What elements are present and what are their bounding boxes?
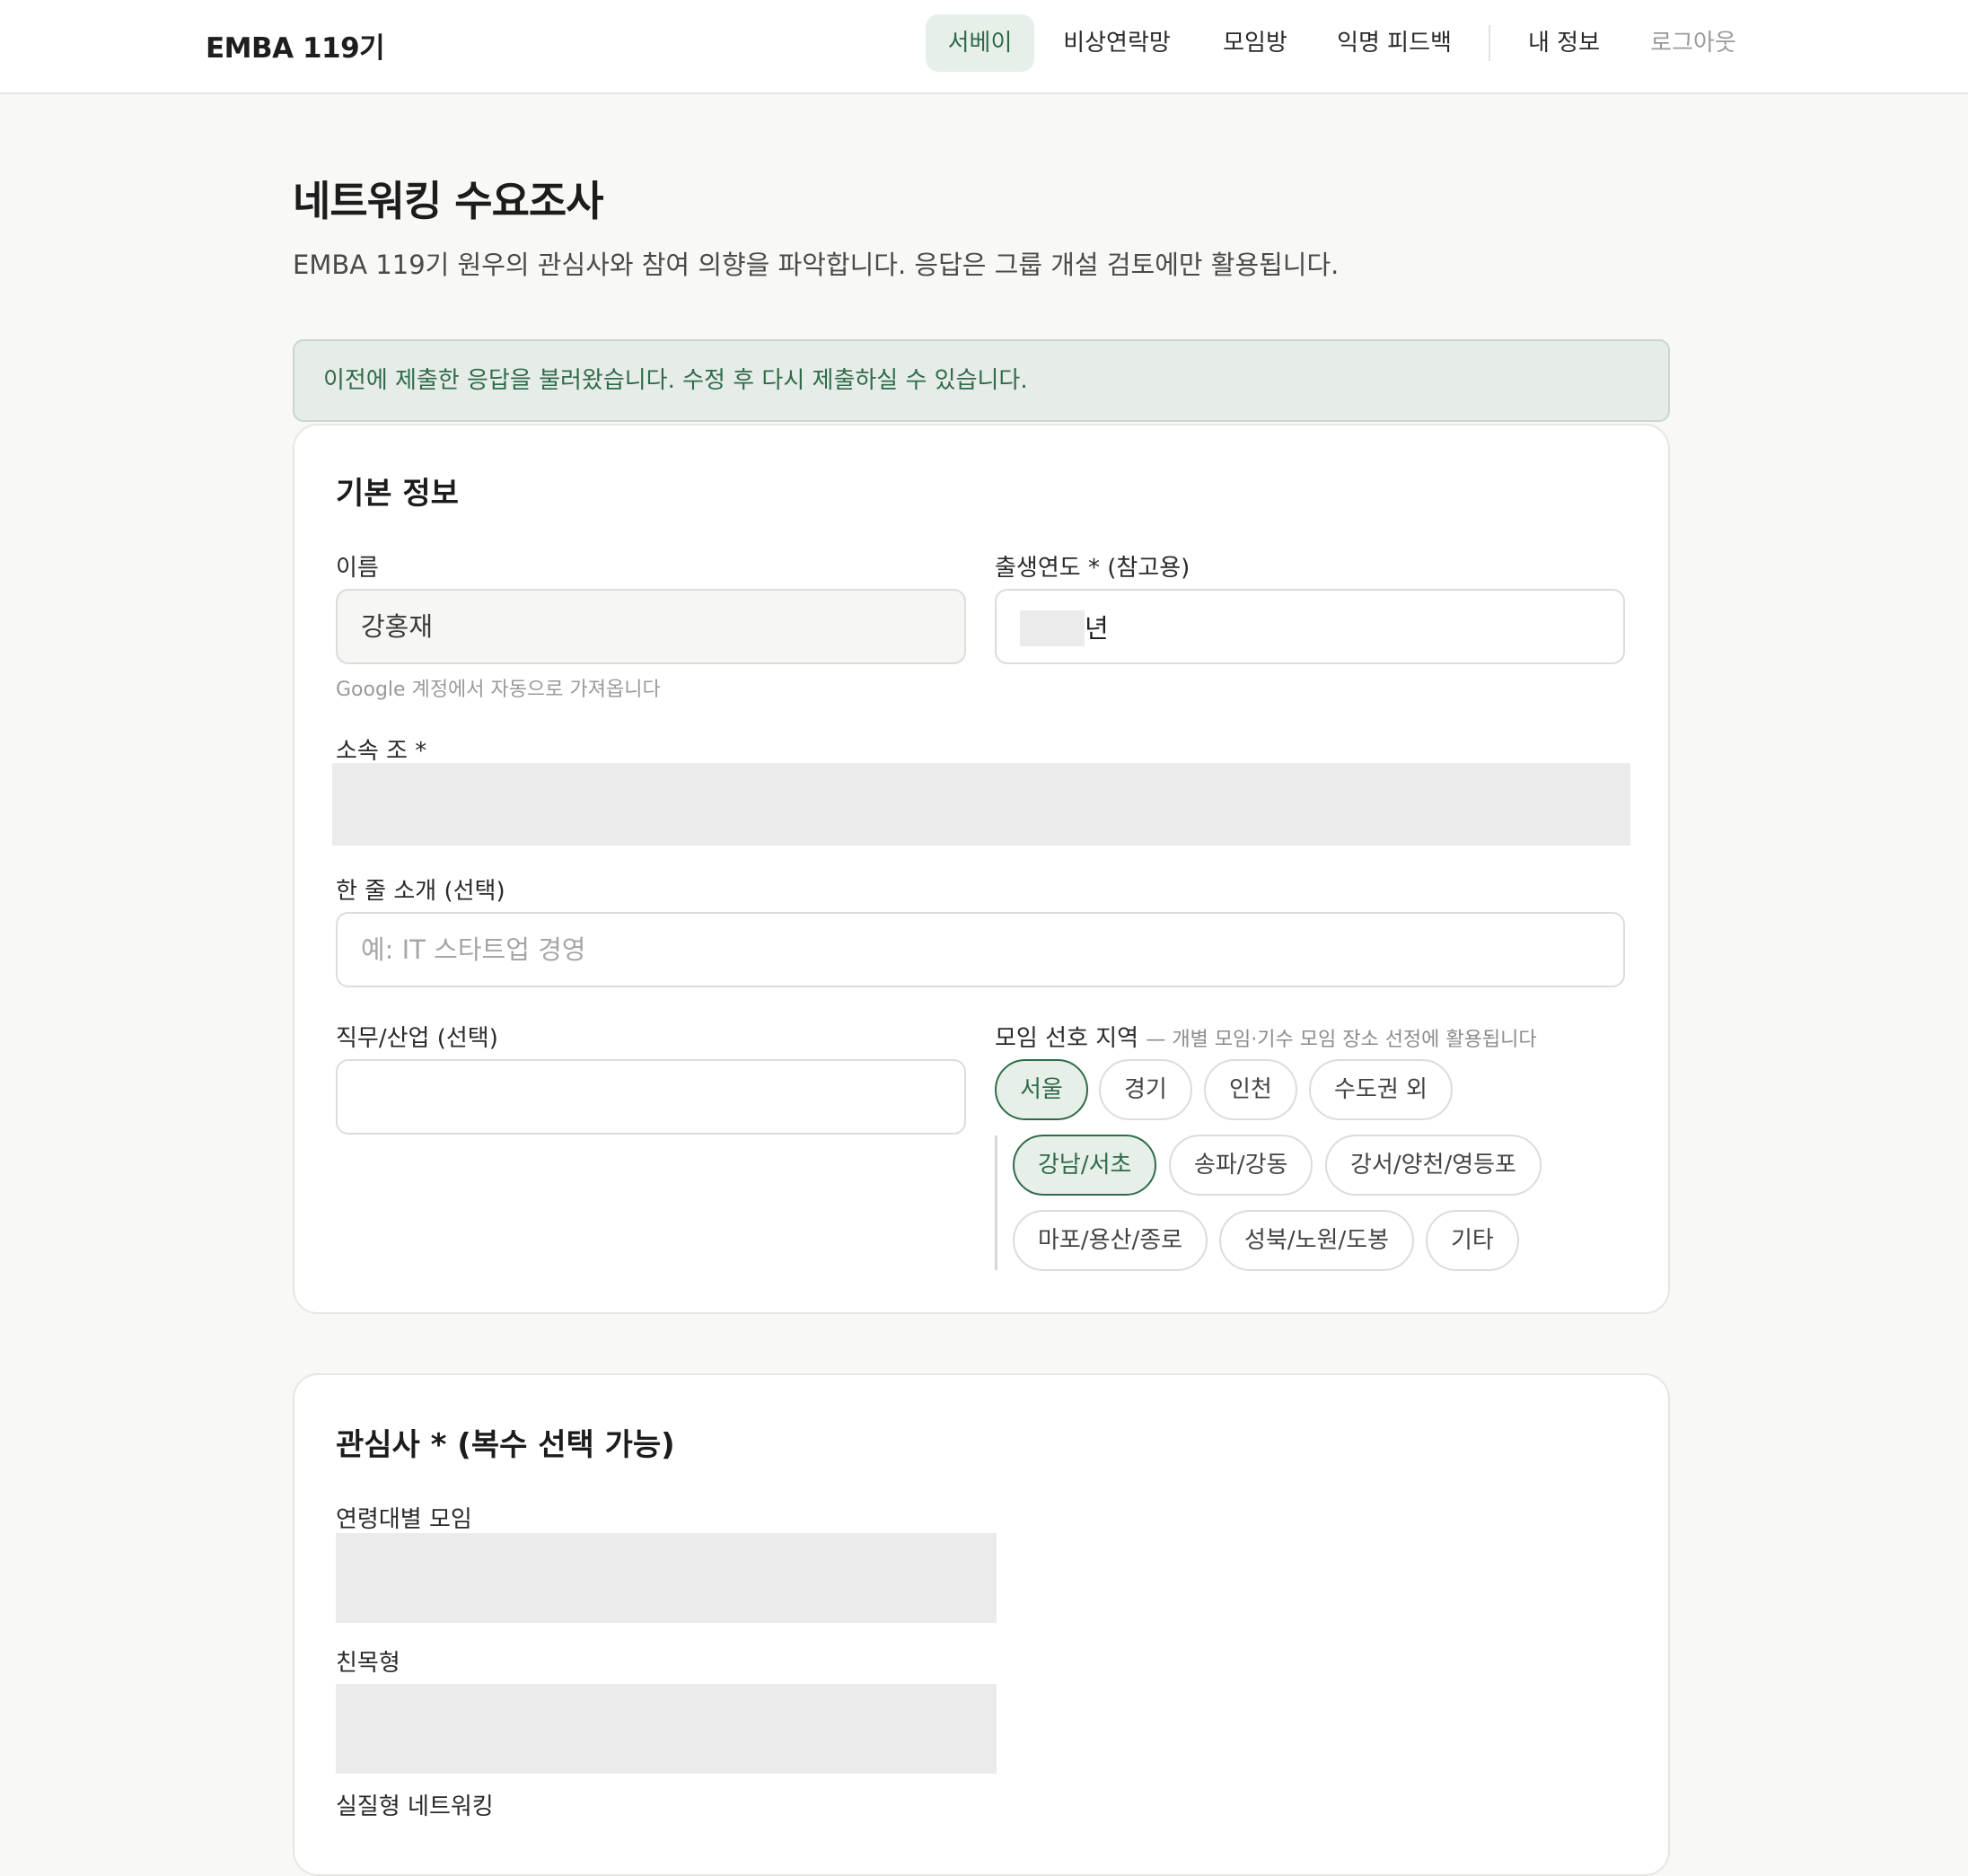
region-hint: — 개별 모임·기수 모임 장소 선정에 활용됩니다 (1146, 1029, 1537, 1051)
page-title: 네트워킹 수요조사 (293, 177, 604, 225)
intro-label: 한 줄 소개 (선택) (336, 878, 505, 905)
redacted-age-group-options[interactable] (336, 1533, 997, 1623)
region-label: 모임 선호 지역 — 개별 모임·기수 모임 장소 선정에 활용됩니다 (995, 1020, 1537, 1053)
previous-response-notice: 이전에 제출한 응답을 불러왔습니다. 수정 후 다시 제출하실 수 있습니다. (293, 339, 1670, 422)
interest-group-age-label: 연령대별 모임 (336, 1506, 472, 1533)
logout-button[interactable]: 로그아웃 (1638, 14, 1749, 72)
region-chip-incheon[interactable]: 인천 (1204, 1059, 1297, 1120)
birth-year-field[interactable]: 년 (995, 589, 1625, 664)
nav-tab-emergency-contacts[interactable]: 비상연락망 (1052, 14, 1182, 72)
intro-input[interactable]: 예: IT 스타트업 경영 (336, 912, 1625, 987)
region-chip-outside-capital[interactable]: 수도권 외 (1309, 1059, 1453, 1120)
basic-info-title: 기본 정보 (336, 476, 459, 512)
birth-year-suffix: 년 (1085, 613, 1109, 644)
redacted-birth-year (1020, 610, 1085, 646)
subregion-chip-mapo-yongsan-jongno[interactable]: 마포/용산/종로 (1013, 1210, 1208, 1271)
redacted-social-options[interactable] (336, 1684, 997, 1774)
region-chip-seoul[interactable]: 서울 (995, 1059, 1088, 1120)
brand-logo[interactable]: EMBA 119기 (206, 25, 385, 66)
region-chip-gyeonggi[interactable]: 경기 (1099, 1059, 1192, 1120)
nav-divider (1489, 25, 1490, 61)
page-subtitle: EMBA 119기 원우의 관심사와 참여 의향을 파악합니다. 응답은 그룹 … (293, 250, 1340, 280)
name-field[interactable]: 강홍재 (336, 589, 966, 664)
redacted-team-selector[interactable] (332, 763, 1630, 846)
job-label: 직무/산업 (선택) (336, 1025, 498, 1052)
subregion-indent-line (995, 1135, 997, 1270)
subregion-chip-gangnam-seocho[interactable]: 강남/서초 (1013, 1135, 1157, 1196)
region-label-text: 모임 선호 지역 (995, 1025, 1139, 1052)
name-label: 이름 (336, 555, 379, 582)
subregion-chip-other[interactable]: 기타 (1426, 1210, 1519, 1271)
subregion-chip-seongbuk-nowon-dobong[interactable]: 성북/노원/도봉 (1219, 1210, 1415, 1271)
name-helper-text: Google 계정에서 자동으로 가져옵니다 (336, 679, 661, 701)
nav-tab-anonymous-feedback[interactable]: 익명 피드백 (1329, 14, 1460, 72)
nav-tab-my-info[interactable]: 내 정보 (1517, 14, 1611, 72)
nav-tab-survey[interactable]: 서베이 (926, 14, 1034, 72)
team-label: 소속 조 * (336, 738, 427, 765)
job-input[interactable] (336, 1059, 966, 1135)
nav-tab-meeting-rooms[interactable]: 모임방 (1208, 14, 1302, 72)
subregion-chip-songpa-gangdong[interactable]: 송파/강동 (1169, 1135, 1313, 1196)
subregion-chip-gangseo-yangcheon-yeongdeungpo[interactable]: 강서/양천/영등포 (1325, 1135, 1542, 1196)
interest-group-networking-label: 실질형 네트워킹 (336, 1793, 494, 1820)
interest-group-social-label: 친목형 (336, 1650, 400, 1677)
interests-title: 관심사 * (복수 선택 가능) (336, 1427, 675, 1463)
birth-year-label: 출생연도 * (참고용) (995, 555, 1190, 582)
top-navigation: EMBA 119기 서베이 비상연락망 모임방 익명 피드백 내 정보 로그아웃 (0, 0, 1968, 94)
